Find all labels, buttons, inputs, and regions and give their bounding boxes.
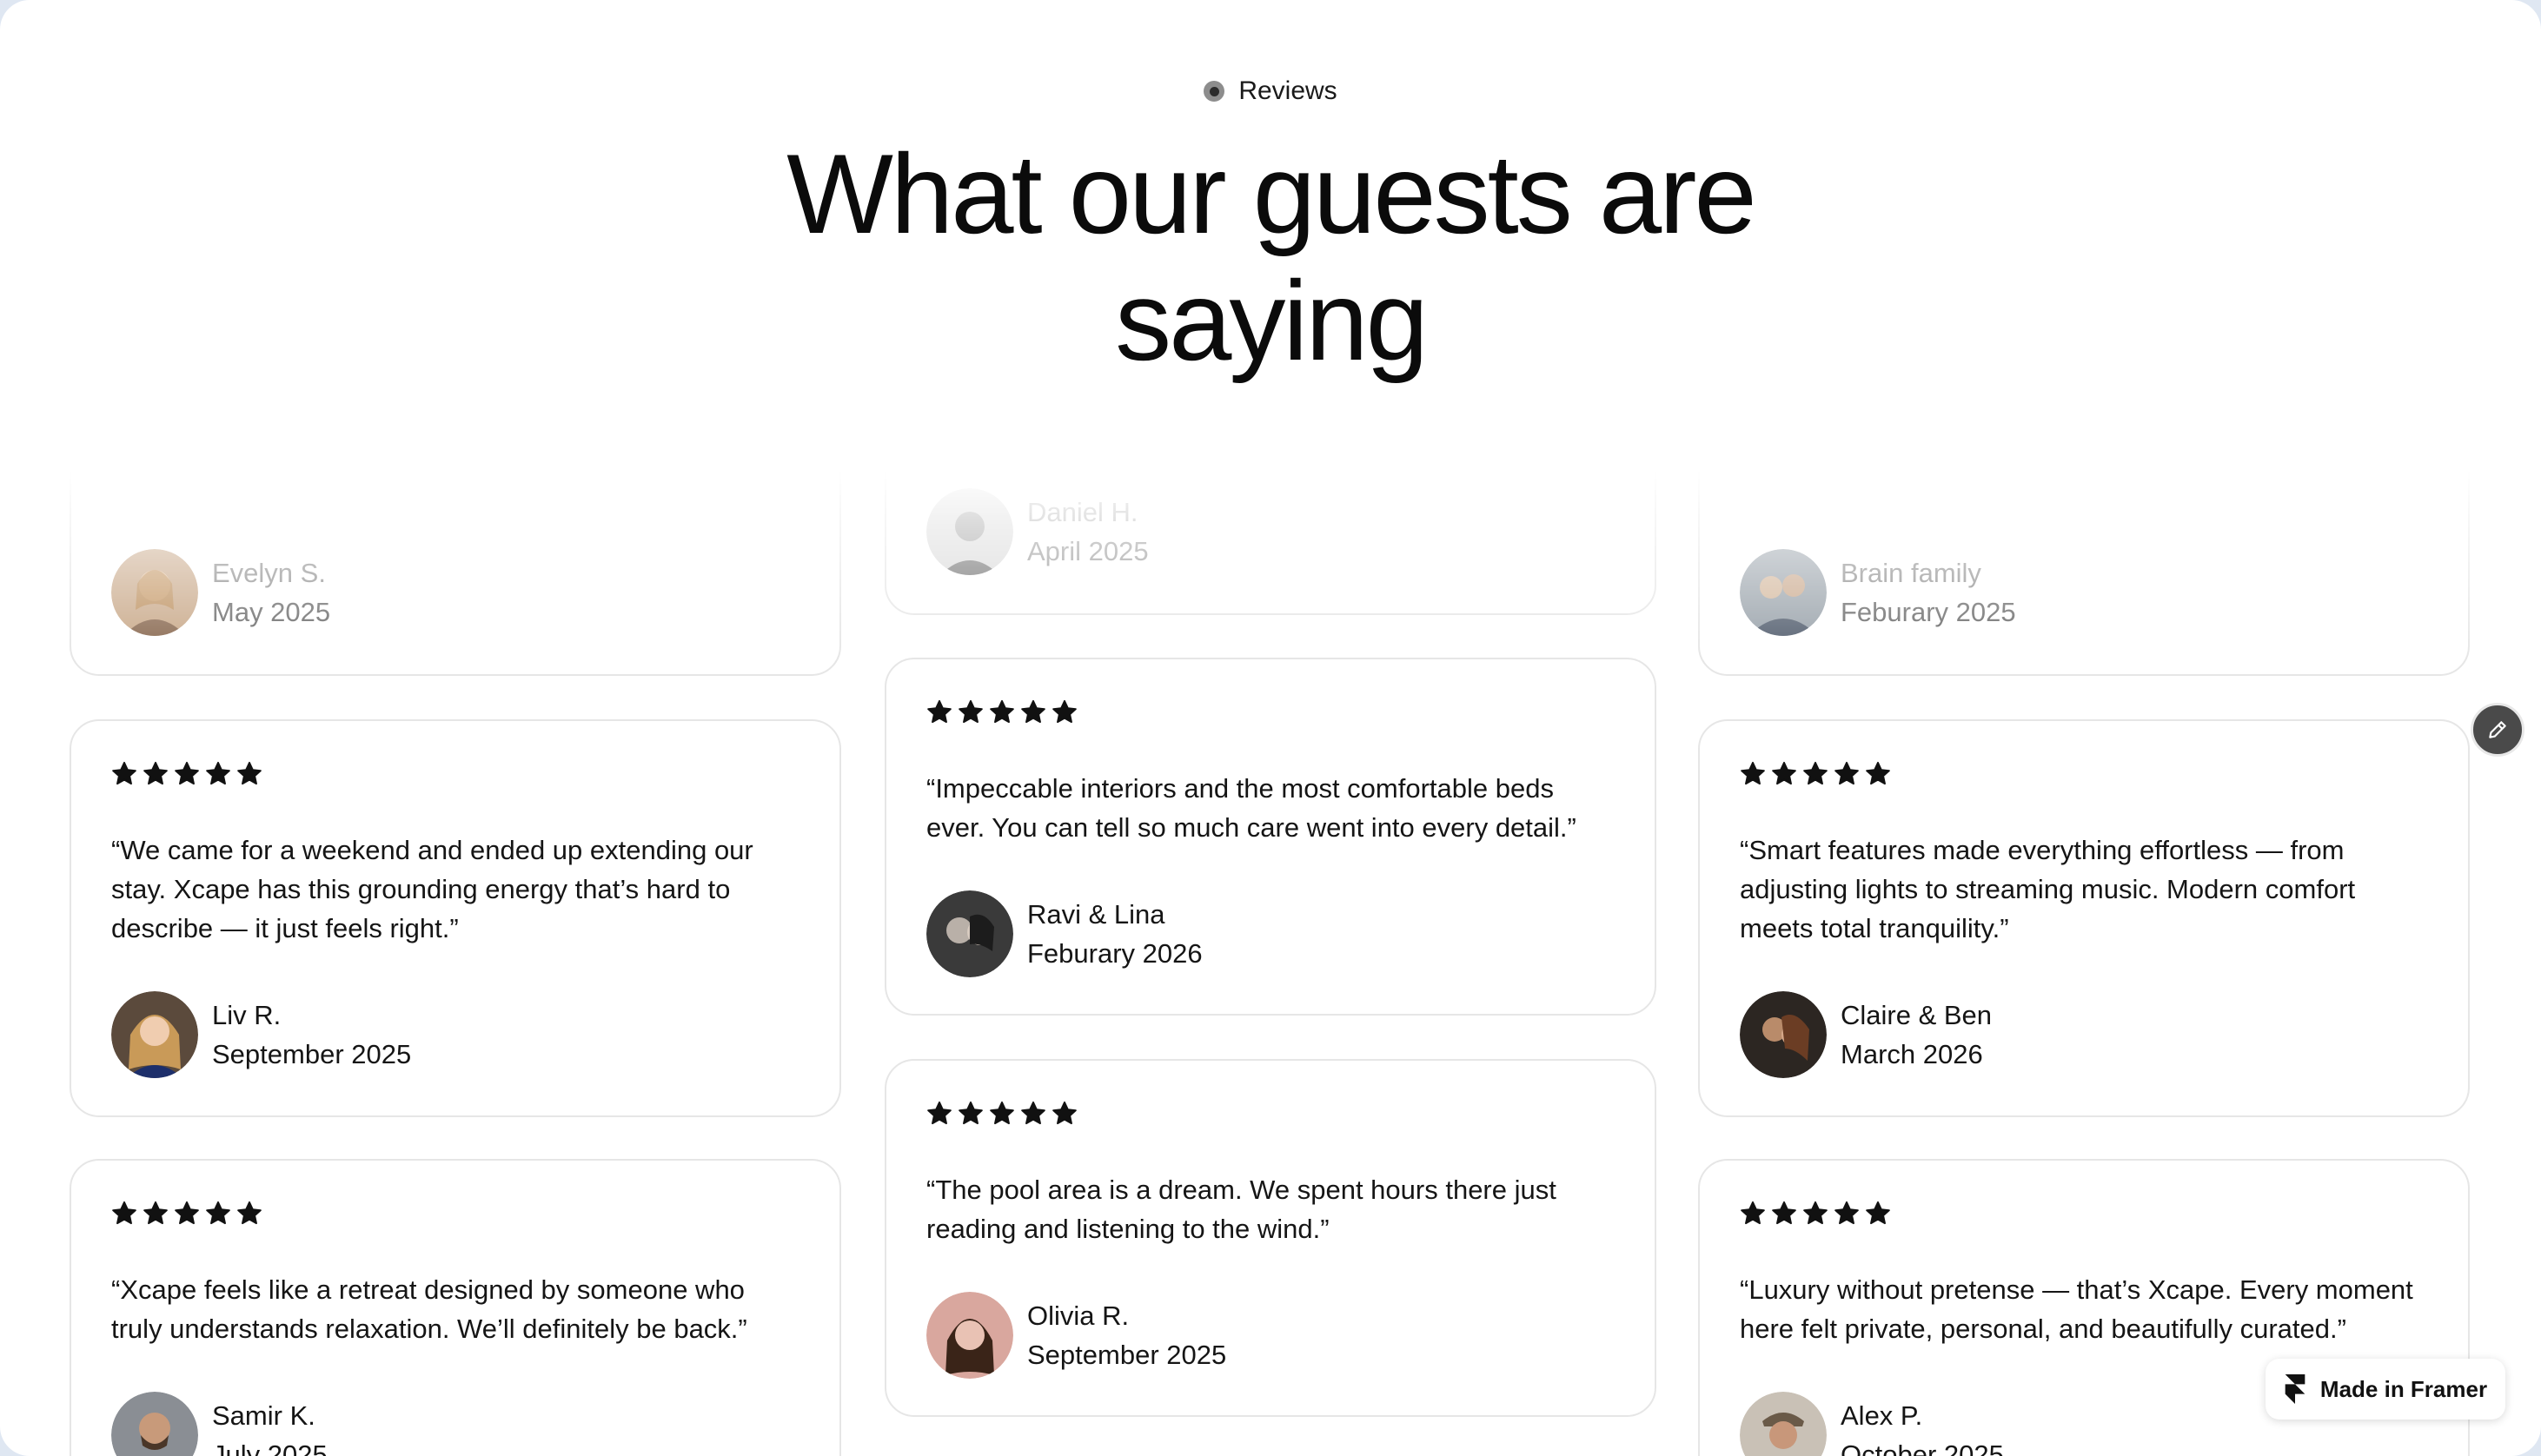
framer-logo-icon: [2285, 1374, 2305, 1404]
review-date: September 2025: [212, 1039, 412, 1069]
avatar: [926, 488, 1013, 575]
avatar: [111, 991, 198, 1078]
review-date: July 2025: [212, 1439, 328, 1456]
review-quote: “Luxury without pretense — that’s Xcape.…: [1740, 1274, 2413, 1344]
review-date: March 2026: [1841, 1039, 1983, 1069]
reviewer-name: Alex P.: [1841, 1400, 1923, 1431]
star-icon: [959, 699, 983, 724]
review-quote: “Xcape feels like a retreat designed by …: [111, 1274, 747, 1344]
review-card: “The pool area is a dream. We spent hour…: [885, 1059, 1656, 1417]
pencil-icon: [2489, 721, 2506, 738]
reviewer-name: Brain family: [1841, 558, 1981, 588]
review-card: Evelyn S. May 2025: [70, 365, 841, 676]
review-quote: “Smart features made everything effortle…: [1740, 835, 2356, 943]
star-icon: [1021, 699, 1045, 724]
avatar: [111, 549, 198, 636]
avatar: [926, 1292, 1013, 1379]
star-icon: [206, 1201, 230, 1225]
star-icon: [1866, 1201, 1890, 1225]
review-card: “Impeccable interiors and the most comfo…: [885, 658, 1656, 1016]
avatar: [111, 1392, 198, 1456]
star-icon: [112, 761, 136, 785]
star-icon: [1866, 761, 1890, 785]
star-icon: [959, 1101, 983, 1125]
star-rating: [111, 761, 799, 787]
star-icon: [1803, 761, 1828, 785]
review-date: October 2025: [1841, 1439, 2004, 1456]
badge-label: Made in Framer: [2319, 1375, 2488, 1402]
review-author: Evelyn S. May 2025: [111, 549, 330, 636]
star-rating: [926, 1101, 1615, 1127]
review-author: Claire & Ben March 2026: [1740, 991, 2428, 1078]
review-author: Ravi & Lina Feburary 2026: [926, 890, 1615, 977]
review-author: Samir K. July 2025: [111, 1392, 799, 1456]
reviewer-name: Claire & Ben: [1841, 1000, 1993, 1030]
star-rating: [1740, 761, 2428, 787]
star-icon: [175, 1201, 199, 1225]
star-icon: [237, 1201, 262, 1225]
review-date: Feburary 2025: [1841, 597, 2016, 627]
reviewer-name: Daniel H.: [1027, 497, 1138, 527]
page: Reviews What our guests are saying Evely…: [0, 0, 2541, 1456]
review-card: “Smart features made everything effortle…: [1698, 719, 2470, 1117]
avatar: [1740, 991, 1827, 1078]
review-author: Olivia R. September 2025: [926, 1292, 1615, 1379]
star-icon: [1021, 1101, 1045, 1125]
review-date: Feburary 2026: [1027, 938, 1203, 969]
made-in-framer-badge[interactable]: Made in Framer: [2266, 1359, 2505, 1420]
star-rating: [1740, 1201, 2428, 1227]
star-icon: [1741, 761, 1765, 785]
review-author: Daniel H. April 2025: [926, 488, 1149, 575]
star-icon: [175, 761, 199, 785]
star-rating: [926, 699, 1615, 725]
avatar: [1740, 549, 1827, 636]
star-icon: [1052, 699, 1077, 724]
reviewer-name: Ravi & Lina: [1027, 899, 1165, 930]
star-icon: [237, 761, 262, 785]
star-icon: [927, 1101, 952, 1125]
star-icon: [990, 699, 1014, 724]
star-icon: [1834, 761, 1859, 785]
review-date: September 2025: [1027, 1340, 1227, 1370]
star-icon: [112, 1201, 136, 1225]
star-icon: [143, 761, 168, 785]
review-author: Brain family Feburary 2025: [1740, 549, 2016, 636]
edit-button[interactable]: [2471, 703, 2524, 757]
review-card: Daniel H. April 2025: [885, 330, 1656, 615]
star-icon: [927, 699, 952, 724]
star-rating: [111, 1201, 799, 1227]
star-icon: [990, 1101, 1014, 1125]
review-card: Brain family Feburary 2025: [1698, 365, 2470, 676]
star-icon: [206, 761, 230, 785]
review-author: Liv R. September 2025: [111, 991, 799, 1078]
avatar: [1740, 1392, 1827, 1456]
review-quote: “The pool area is a dream. We spent hour…: [926, 1175, 1556, 1244]
reviewer-name: Evelyn S.: [212, 558, 326, 588]
star-icon: [1741, 1201, 1765, 1225]
review-card: “Xcape feels like a retreat designed by …: [70, 1159, 841, 1456]
star-icon: [143, 1201, 168, 1225]
reviewer-name: Olivia R.: [1027, 1300, 1130, 1331]
reviewer-name: Liv R.: [212, 1000, 282, 1030]
review-quote: “We came for a weekend and ended up exte…: [111, 835, 753, 943]
reviewer-name: Samir K.: [212, 1400, 315, 1431]
star-icon: [1803, 1201, 1828, 1225]
reviews-grid: Evelyn S. May 2025 “We came for a weeken…: [0, 0, 2541, 1456]
review-quote: “Impeccable interiors and the most comfo…: [926, 773, 1576, 843]
star-icon: [1772, 1201, 1796, 1225]
review-card: “We came for a weekend and ended up exte…: [70, 719, 841, 1117]
star-icon: [1772, 761, 1796, 785]
star-icon: [1834, 1201, 1859, 1225]
star-icon: [1052, 1101, 1077, 1125]
avatar: [926, 890, 1013, 977]
review-date: May 2025: [212, 597, 331, 627]
review-date: April 2025: [1027, 536, 1149, 566]
